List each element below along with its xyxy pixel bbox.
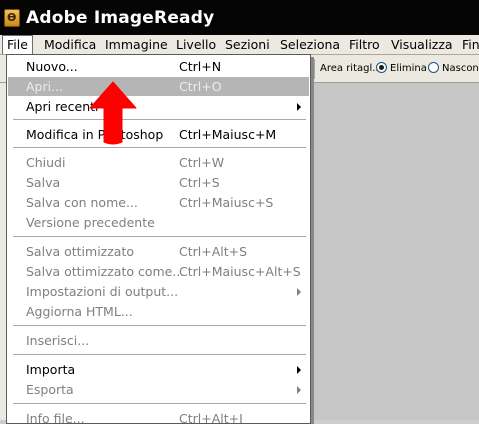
- radio-delete[interactable]: [376, 62, 387, 73]
- menu-file[interactable]: File: [2, 35, 33, 54]
- menu-visualizza[interactable]: Visualizza: [387, 35, 457, 54]
- menu-item-label: Esporta: [26, 382, 74, 397]
- menu-separator: [13, 236, 306, 237]
- menu-item-label: Info file...: [26, 411, 85, 424]
- menu-item-apri-recenti[interactable]: Apri recenti: [8, 97, 309, 116]
- menu-item-label: Salva ottimizzato: [26, 244, 135, 259]
- menu-item-shortcut: Ctrl+Maiusc+Alt+S: [179, 264, 301, 279]
- menu-item-shortcut: Ctrl+S: [179, 175, 220, 190]
- menu-item-label: Versione precedente: [26, 215, 155, 230]
- red-up-arrow-icon: [89, 81, 137, 145]
- menu-item-versione-precedente: Versione precedente: [8, 213, 309, 232]
- menu-item-impostazioni-output: Impostazioni di output...: [8, 282, 309, 301]
- menu-item-label: Chiudi: [26, 155, 66, 170]
- menu-item-shortcut: Ctrl+Maiusc+M: [179, 127, 277, 142]
- menu-item-shortcut: Ctrl+Alt+S: [179, 244, 248, 259]
- menu-item-label: Nuovo...: [26, 59, 78, 74]
- crop-area-label: Area ritagl.:: [320, 63, 379, 74]
- menu-item-chiudi: Chiudi Ctrl+W: [8, 153, 309, 172]
- menu-item-info-file: Info file... Ctrl+Alt+I: [8, 409, 309, 424]
- menu-item-aggiorna-html: Aggiorna HTML...: [8, 302, 309, 321]
- radio-hide[interactable]: [428, 62, 439, 73]
- menu-item-label: Inserisci...: [26, 333, 90, 348]
- menu-item-label: Salva con nome...: [26, 195, 138, 210]
- menu-item-apri[interactable]: Apri... Ctrl+O: [8, 77, 309, 96]
- menu-item-label: Aggiorna HTML...: [26, 304, 133, 319]
- imageready-app-icon[interactable]: Ɵ: [4, 9, 20, 27]
- menu-separator: [13, 325, 306, 326]
- arrow-shape: [89, 81, 137, 145]
- submenu-arrow-icon: [297, 386, 301, 394]
- menu-modifica[interactable]: Modifica: [40, 35, 100, 54]
- menu-separator: [13, 147, 306, 148]
- menu-item-shortcut: Ctrl+O: [179, 79, 222, 94]
- app-icon-glyph: Ɵ: [7, 11, 17, 24]
- title-bar: Ɵ Adobe ImageReady: [0, 0, 479, 35]
- menu-item-shortcut: Ctrl+W: [179, 155, 225, 170]
- options-divider: [314, 59, 315, 79]
- menu-immagine[interactable]: Immagine: [101, 35, 172, 54]
- menu-item-salva: Salva Ctrl+S: [8, 173, 309, 192]
- menu-item-label: Impostazioni di output...: [26, 284, 179, 299]
- radio-delete-label: Elimina: [390, 63, 427, 74]
- menu-item-nuovo[interactable]: Nuovo... Ctrl+N: [8, 57, 309, 76]
- menu-filtro[interactable]: Filtro: [345, 35, 384, 54]
- menu-item-label: Salva ottimizzato come...: [26, 264, 185, 279]
- menu-item-label: Salva: [26, 175, 61, 190]
- menu-separator: [13, 354, 306, 355]
- menu-separator: [13, 403, 306, 404]
- radio-hide-label: Nascond: [442, 63, 479, 74]
- menu-item-label: Apri...: [26, 79, 64, 94]
- menu-item-modifica-in-photoshop[interactable]: Modifica in Photoshop Ctrl+Maiusc+M: [8, 125, 309, 144]
- menu-sezioni[interactable]: Sezioni: [221, 35, 274, 54]
- menu-bar: File Modifica Immagine Livello Sezioni S…: [0, 35, 479, 55]
- window-title: Adobe ImageReady: [26, 8, 215, 28]
- menu-item-label: Importa: [26, 362, 76, 377]
- submenu-arrow-icon: [297, 366, 301, 374]
- menu-item-salva-ottimizzato-come: Salva ottimizzato come... Ctrl+Maiusc+Al…: [8, 262, 309, 281]
- menu-item-shortcut: Ctrl+N: [179, 59, 222, 74]
- menu-item-inserisci: Inserisci...: [8, 331, 309, 350]
- submenu-arrow-icon: [297, 103, 301, 111]
- file-menu-dropdown: Nuovo... Ctrl+N Apri... Ctrl+O Apri rece…: [6, 54, 311, 424]
- submenu-arrow-icon: [297, 288, 301, 296]
- menu-item-salva-con-nome: Salva con nome... Ctrl+Maiusc+S: [8, 193, 309, 212]
- menu-finestra[interactable]: Fin: [458, 35, 479, 54]
- menu-item-esporta: Esporta: [8, 380, 309, 399]
- menu-item-shortcut: Ctrl+Maiusc+S: [179, 195, 274, 210]
- menu-item-salva-ottimizzato: Salva ottimizzato Ctrl+Alt+S: [8, 242, 309, 261]
- menu-livello[interactable]: Livello: [172, 35, 220, 54]
- menu-separator: [13, 119, 306, 120]
- menu-seleziona[interactable]: Seleziona: [276, 35, 344, 54]
- menu-item-shortcut: Ctrl+Alt+I: [179, 411, 243, 424]
- menu-item-importa[interactable]: Importa: [8, 360, 309, 379]
